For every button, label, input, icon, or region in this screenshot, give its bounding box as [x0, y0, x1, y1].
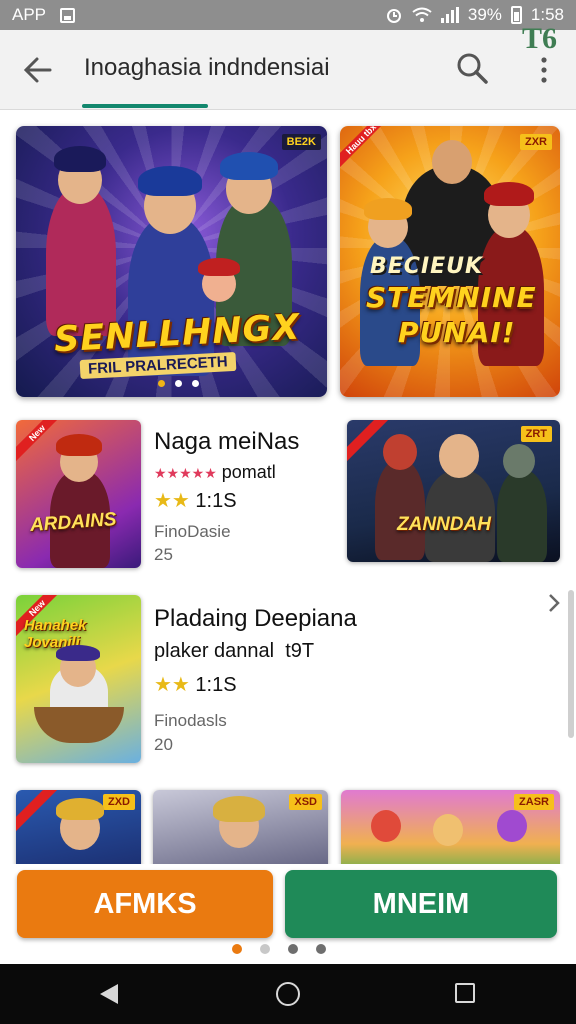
banner-logo-line3: PUNAI! [398, 316, 516, 349]
thumbnail-tag: ZASR [514, 794, 554, 810]
game-thumbnail[interactable]: New ARDAINS [16, 420, 141, 568]
nav-home-icon[interactable] [276, 982, 300, 1006]
nav-recents-icon[interactable] [455, 983, 475, 1003]
primary-action-button[interactable]: AFMKS [17, 870, 273, 938]
system-nav-bar [0, 964, 576, 1024]
game-thumbnail[interactable]: New Hanahek Jovanili [16, 595, 141, 763]
battery-percent: 39% [467, 5, 502, 24]
search-icon[interactable] [452, 48, 492, 88]
game-thumbnail-side[interactable]: ZRT ZANNDAH [347, 420, 560, 562]
game-rating-line: ★★★★★ pomatl [154, 462, 276, 483]
alarm-icon [386, 9, 401, 23]
battery-icon [510, 6, 522, 24]
banner-logo-line2: STEMNINE [366, 281, 537, 314]
game-category: Finodasls [154, 711, 227, 730]
featured-banner-2[interactable]: Hauu tbx ZXR BECIEUK STEMNINE PUNAI! [340, 126, 560, 397]
more-options-icon[interactable] [530, 52, 558, 88]
game-rating-text: pomatl [221, 462, 276, 482]
image-notification-icon [60, 7, 76, 23]
score-stars-icon: ★★ [154, 490, 190, 512]
thumbnail-tag: ZXD [103, 794, 135, 810]
game-category: FinoDasie [154, 522, 231, 541]
thumbnail-tag: ZRT [520, 426, 552, 442]
scrollbar[interactable] [568, 590, 574, 738]
game-score-line: ★★ 1:1S [154, 488, 237, 513]
featured-banner-1[interactable]: BE2K SENLLHNGX FRIL PRALRECETH [16, 126, 327, 397]
status-bar: APP 39% 1:58 [0, 0, 576, 30]
page-title: Inoaghasia indndensiai [84, 54, 330, 81]
signal-icon [440, 7, 459, 23]
new-ribbon: New [16, 420, 62, 462]
thumbnail-logo: ZANNDAH [397, 514, 491, 535]
status-app-label: APP [12, 5, 47, 24]
banner-carousel-dots[interactable] [158, 380, 199, 387]
back-arrow-icon[interactable] [18, 50, 58, 90]
page-indicator[interactable] [232, 944, 326, 954]
banner-tag: ZXR [520, 134, 552, 150]
app-badge: T6 [522, 22, 558, 55]
banner-tag: BE2K [281, 134, 321, 150]
rating-stars-icon: ★★★★★ [154, 465, 217, 481]
game-count: 20 [154, 735, 173, 754]
app-bar: Inoaghasia indndensiai T6 [0, 22, 576, 110]
game-score: 1:1S [195, 674, 237, 696]
active-tab-indicator [82, 104, 208, 108]
thumbnail-tag: XSD [289, 794, 322, 810]
game-score: 1:1S [195, 490, 237, 512]
score-stars-icon: ★★ [154, 674, 190, 696]
game-title[interactable]: Pladaing Deepiana [154, 605, 357, 633]
game-subtitle: plaker dannal t9T [154, 640, 315, 662]
chevron-right-icon[interactable] [544, 590, 564, 616]
game-title[interactable]: Naga meiNas [154, 428, 299, 456]
banner-ribbon: Hauu tbx [340, 126, 386, 168]
wifi-icon [412, 7, 432, 22]
nav-back-icon[interactable] [98, 982, 120, 1006]
game-count: 25 [154, 545, 173, 564]
banner-logo-line1: BECIEUK [370, 254, 484, 279]
app-screen: APP 39% 1:58 Inoaghasia indndensiai T6 B… [0, 0, 576, 1024]
game-score-line: ★★ 1:1S [154, 672, 237, 697]
secondary-action-button[interactable]: MNEIM [285, 870, 557, 938]
